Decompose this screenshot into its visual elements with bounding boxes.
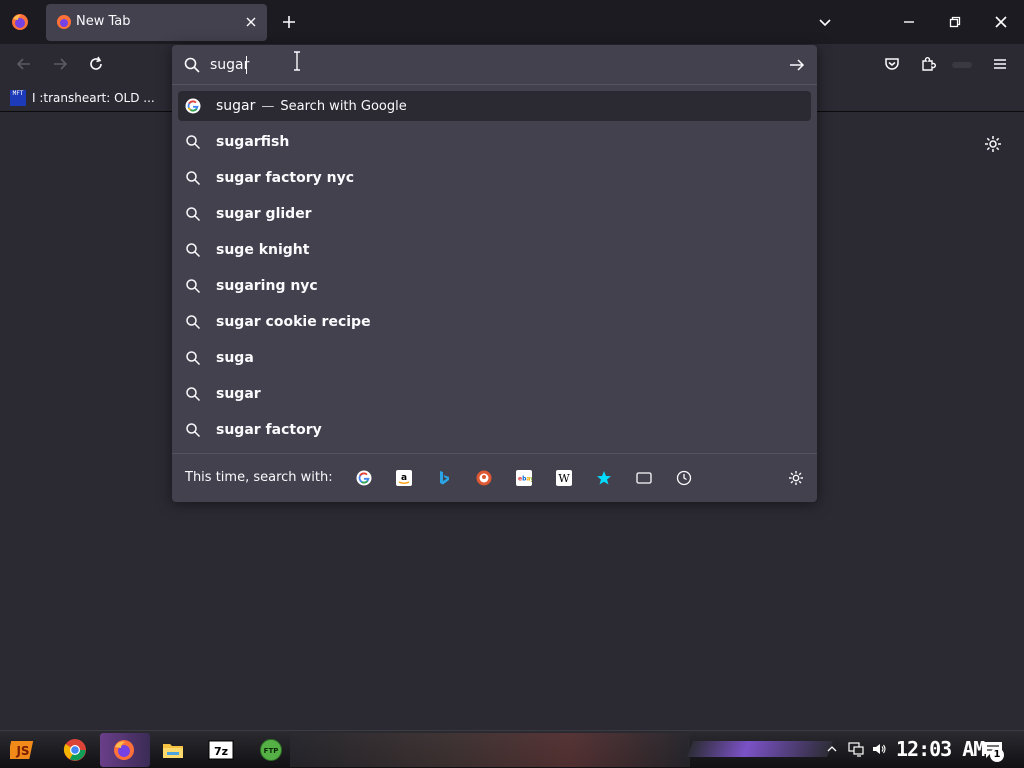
network-icon[interactable] — [848, 741, 864, 757]
google-icon[interactable] — [355, 469, 373, 487]
result-title: sugar — [216, 98, 256, 114]
search-icon — [184, 277, 202, 295]
window-minimize-button[interactable] — [886, 0, 932, 44]
taskbar-decorative-band — [687, 741, 833, 757]
suggestion-text: sugar factory nyc — [216, 170, 354, 186]
bookmark-label: I :transheart: OLD ... — [32, 91, 155, 105]
suggestion-text: sugar factory — [216, 422, 322, 438]
suggestion-text: suga — [216, 350, 254, 366]
one-off-label: This time, search with: — [185, 470, 333, 485]
url-input[interactable] — [210, 54, 750, 76]
firefox-taskbar-icon[interactable] — [111, 737, 137, 763]
window-restore-button[interactable] — [932, 0, 978, 44]
result-search-google[interactable]: sugar — Search with Google — [178, 91, 811, 121]
search-settings-gear-icon[interactable] — [787, 469, 805, 487]
search-icon — [183, 56, 201, 74]
start-button-icon[interactable]: JS — [10, 737, 36, 763]
ftp-label: FTP — [264, 747, 279, 755]
list-all-tabs-chevron-icon[interactable] — [814, 11, 836, 33]
7zip-icon[interactable]: 7z — [208, 737, 234, 763]
firefox-favicon-icon — [56, 14, 72, 30]
result-separator: — — [261, 98, 275, 114]
suggestion-text: sugar glider — [216, 206, 312, 222]
list-item[interactable]: sugaring nyc — [178, 268, 811, 304]
extensions-puzzle-icon[interactable] — [917, 53, 939, 75]
tray-overflow-chevron-icon[interactable] — [824, 741, 840, 757]
list-item[interactable]: suge knight — [178, 232, 811, 268]
search-icon — [184, 205, 202, 223]
list-item[interactable]: suga — [178, 340, 811, 376]
list-item[interactable]: sugar cookie recipe — [178, 304, 811, 340]
new-tab-plus-icon[interactable] — [278, 11, 300, 33]
result-action: Search with Google — [280, 98, 407, 114]
suggestion-text: sugar — [216, 386, 261, 402]
history-clock-icon[interactable] — [675, 469, 693, 487]
tab-title: New Tab — [76, 14, 131, 29]
google-icon — [184, 97, 202, 115]
pocket-icon[interactable] — [881, 53, 903, 75]
7zip-label: 7z — [214, 745, 228, 758]
taskbar-wallpaper-decoration — [290, 733, 690, 767]
search-icon — [184, 385, 202, 403]
svg-text:W: W — [558, 472, 570, 485]
amazon-icon[interactable]: a — [395, 469, 413, 487]
new-tab-settings-gear-icon[interactable] — [983, 134, 1003, 154]
volume-icon[interactable] — [871, 741, 887, 757]
search-icon — [184, 241, 202, 259]
reload-icon[interactable] — [85, 53, 107, 75]
hamburger-menu-icon[interactable] — [989, 53, 1011, 75]
tab-new-tab[interactable]: New Tab — [46, 4, 267, 41]
suggestion-text: sugar cookie recipe — [216, 314, 371, 330]
search-icon — [184, 349, 202, 367]
svg-text:a: a — [401, 473, 407, 483]
list-item[interactable]: sugar factory — [178, 412, 811, 448]
list-item[interactable]: sugar factory nyc — [178, 160, 811, 196]
ftp-app-icon[interactable]: FTP — [258, 737, 284, 763]
list-item[interactable]: sugar glider — [178, 196, 811, 232]
one-off-search-buttons: This time, search with: a ebay W — [172, 453, 817, 502]
bing-icon[interactable] — [435, 469, 453, 487]
tab-close-icon[interactable] — [242, 13, 260, 31]
text-caret — [246, 56, 247, 74]
urlbar — [172, 45, 817, 85]
ibeam-cursor-icon — [292, 51, 302, 71]
list-item[interactable]: sugarfish — [178, 124, 811, 160]
svg-text:ebay: ebay — [518, 476, 532, 483]
suggestion-text: sugarfish — [216, 134, 290, 150]
suggestion-text: suge knight — [216, 242, 310, 258]
urlbar-results: sugar — Search with Google sugarfish sug… — [178, 91, 811, 448]
notification-count-badge: 1 — [990, 748, 1004, 762]
system-clock[interactable]: 12:03 AM — [896, 737, 985, 761]
bookmark-favicon-icon: MFT — [10, 90, 26, 106]
window-close-button[interactable] — [978, 0, 1024, 44]
tabs-icon[interactable] — [635, 469, 653, 487]
search-icon — [184, 169, 202, 187]
urlbar-dropdown: sugar — Search with Google sugarfish sug… — [172, 45, 817, 502]
search-icon — [184, 313, 202, 331]
bookmark-item[interactable]: MFT I :transheart: OLD ... — [10, 88, 155, 108]
suggestion-text: sugaring nyc — [216, 278, 318, 294]
ebay-icon[interactable]: ebay — [515, 469, 533, 487]
taskbar: JS 7z FTP 12:03 AM — [0, 730, 1024, 768]
duckduckgo-icon[interactable] — [475, 469, 493, 487]
forward-arrow-icon[interactable] — [49, 53, 71, 75]
list-item[interactable]: sugar — [178, 376, 811, 412]
chrome-icon[interactable] — [62, 737, 88, 763]
search-icon — [184, 421, 202, 439]
svg-text:JS: JS — [15, 744, 29, 758]
back-arrow-icon[interactable] — [13, 53, 35, 75]
firefox-app-icon[interactable] — [9, 11, 31, 33]
file-explorer-icon[interactable] — [160, 737, 186, 763]
search-icon — [184, 133, 202, 151]
wikipedia-icon[interactable]: W — [555, 469, 573, 487]
bookmarks-star-icon[interactable] — [595, 469, 613, 487]
extension-icon[interactable] — [952, 62, 972, 68]
title-bar: New Tab — [0, 0, 1024, 44]
go-arrow-icon[interactable] — [788, 56, 806, 74]
